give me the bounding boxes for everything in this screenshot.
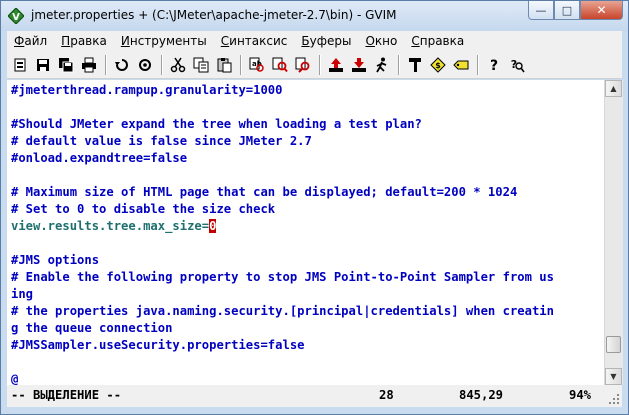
svg-text:$: $: [435, 61, 441, 70]
menu-syntax[interactable]: Синтаксис: [214, 34, 295, 48]
svg-text:?: ?: [489, 58, 497, 73]
window-controls: — □ ✕: [528, 1, 623, 21]
maximize-button[interactable]: □: [554, 1, 580, 20]
editor-line: #onload.expandtree=false: [11, 151, 188, 165]
editor-line: # the properties java.naming.security.[p…: [11, 304, 554, 318]
gvim-app-icon: V: [8, 8, 24, 24]
editor-line: #JMS options: [11, 253, 100, 267]
run-script-icon[interactable]: [371, 54, 392, 76]
property-key: view.results.tree.max_size=: [11, 219, 210, 233]
toolbar-separator: [240, 54, 242, 75]
status-line: -- ВЫДЕЛЕНИЕ -- 28 845,29 94%: [7, 385, 622, 407]
close-button[interactable]: ✕: [580, 1, 623, 20]
print-icon[interactable]: [78, 54, 99, 76]
paste-icon[interactable]: [213, 54, 234, 76]
save-session-icon[interactable]: [348, 54, 369, 76]
editor-line: # Set to 0 to disable the size check: [11, 202, 276, 216]
scroll-up-button[interactable]: ▲: [605, 80, 622, 97]
toolbar-separator: [398, 54, 400, 75]
cursor-position: 845,29: [459, 388, 504, 402]
editor-line: # Enable the following property to stop …: [11, 270, 554, 284]
editor-line: #jmeterthread.rampup.granularity=1000: [11, 83, 283, 97]
toolbar-separator: [105, 54, 107, 75]
save-icon[interactable]: [32, 54, 53, 76]
svg-text:V: V: [12, 12, 20, 23]
minimize-icon: —: [535, 3, 547, 17]
editor-line: g the queue connection: [11, 321, 173, 335]
copy-icon[interactable]: [190, 54, 211, 76]
open-icon[interactable]: [9, 54, 30, 76]
mode-indicator: -- ВЫДЕЛЕНИЕ --: [11, 388, 122, 402]
load-session-icon[interactable]: [325, 54, 346, 76]
maximize-icon: □: [561, 3, 573, 17]
find-replace-icon[interactable]: ab: [246, 54, 267, 76]
toolbar-separator: [477, 54, 479, 75]
gvim-window: V jmeter.properties + (C:\JMeter\apache-…: [0, 0, 629, 415]
editor-line: #Should JMeter expand the tree when load…: [11, 117, 422, 131]
menu-file[interactable]: Файл: [7, 34, 54, 48]
arrow-down-icon: ▼: [610, 372, 617, 381]
arrow-up-icon: ▲: [610, 84, 617, 93]
text-cursor: 0: [209, 219, 217, 233]
tags-icon[interactable]: [450, 54, 471, 76]
text-editor[interactable]: #jmeterthread.rampup.granularity=1000 #S…: [7, 80, 604, 385]
shell-icon[interactable]: $: [427, 54, 448, 76]
minimize-button[interactable]: —: [528, 1, 554, 20]
menu-help[interactable]: Справка: [404, 34, 471, 48]
redo-icon[interactable]: [134, 54, 155, 76]
window-title: jmeter.properties + (C:\JMeter\apache-jm…: [31, 8, 397, 22]
wrap-indicator: @: [11, 372, 19, 385]
menu-buffers[interactable]: Буферы: [294, 34, 358, 48]
menu-tools[interactable]: Инструменты: [114, 34, 214, 48]
editor-line-current: view.results.tree.max_size=0: [11, 218, 217, 235]
editor-line: ing: [11, 287, 34, 301]
file-percent: 94%: [569, 388, 592, 402]
menu-bar: Файл Правка Инструменты Синтаксис Буферы…: [7, 31, 622, 51]
undo-icon[interactable]: [111, 54, 132, 76]
vertical-scrollbar[interactable]: ▲ ▼: [604, 80, 623, 385]
editor-line: # default value is false since JMeter 2.…: [11, 134, 312, 148]
scroll-thumb[interactable]: [606, 336, 621, 353]
selection-count: 28: [379, 388, 394, 402]
find-next-icon[interactable]: [269, 54, 290, 76]
make-icon[interactable]: [404, 54, 425, 76]
close-icon: ✕: [596, 3, 607, 17]
find-help-icon[interactable]: ?: [506, 54, 527, 76]
editor-line: #JMSSampler.useSecurity.properties=false: [11, 338, 305, 352]
scroll-down-button[interactable]: ▼: [605, 368, 622, 385]
toolbar: ab $ ? ?: [7, 51, 622, 79]
save-all-icon[interactable]: [55, 54, 76, 76]
cut-icon[interactable]: [167, 54, 188, 76]
title-bar[interactable]: V jmeter.properties + (C:\JMeter\apache-…: [1, 1, 628, 31]
menu-edit[interactable]: Правка: [54, 34, 114, 48]
editor-line: # Maximum size of HTML page that can be …: [11, 185, 518, 199]
toolbar-separator: [319, 54, 321, 75]
help-icon[interactable]: ?: [483, 54, 504, 76]
menu-window[interactable]: Окно: [358, 34, 404, 48]
resize-grip-icon[interactable]: [608, 393, 620, 405]
find-prev-icon[interactable]: [292, 54, 313, 76]
toolbar-separator: [161, 54, 163, 75]
